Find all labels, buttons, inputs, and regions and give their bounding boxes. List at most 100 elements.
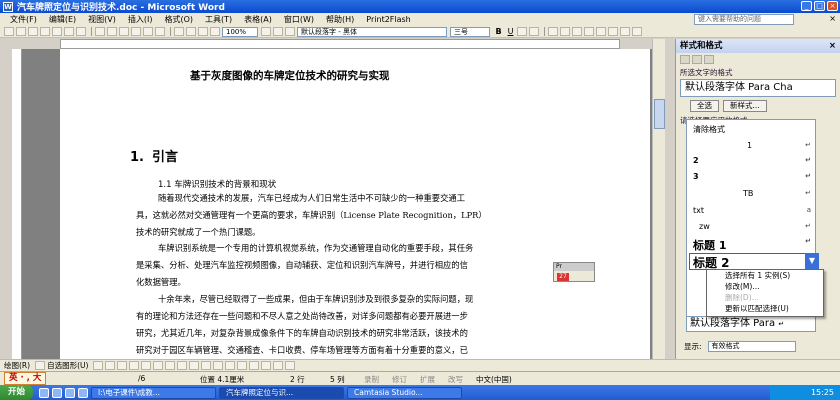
task-explorer[interactable]: I:\电子课件\成教... <box>91 386 217 399</box>
clipart-icon[interactable] <box>177 361 188 370</box>
paragraph-1[interactable]: 随着现代交通技术的发展，汽车已经成为人们日常生活中不可缺少的一种重要交通工 具，… <box>136 190 606 241</box>
font-size-combo[interactable]: 三号 <box>450 26 490 37</box>
spelling-icon[interactable] <box>76 27 86 36</box>
vertical-scrollbar[interactable] <box>652 39 665 359</box>
menu-format[interactable]: 格式(O) <box>158 13 199 26</box>
show-hide-icon[interactable] <box>210 27 220 36</box>
heading-2[interactable]: 1.1 车牌识别技术的背景和现状 <box>158 178 276 190</box>
oval-icon[interactable] <box>129 361 140 370</box>
menu-tools[interactable]: 工具(T) <box>199 13 238 26</box>
numbering-icon[interactable] <box>608 27 618 36</box>
paste-icon[interactable] <box>119 27 129 36</box>
print-preview-icon[interactable] <box>64 27 74 36</box>
fill-color-icon[interactable] <box>201 361 212 370</box>
track-changes-indicator[interactable]: 修订 <box>392 374 407 385</box>
align-right-icon[interactable] <box>572 27 582 36</box>
new-document-icon[interactable] <box>4 27 14 36</box>
menu-modify[interactable]: 修改(M)... <box>707 281 823 292</box>
font-color-icon[interactable] <box>225 361 236 370</box>
table-icon[interactable] <box>174 27 184 36</box>
close-document-button[interactable]: × <box>829 14 836 23</box>
style-item-clear[interactable]: 清除格式 <box>693 124 811 135</box>
record-indicator[interactable]: 录制 <box>364 374 379 385</box>
ie-icon[interactable] <box>39 387 50 398</box>
align-center-icon[interactable] <box>560 27 570 36</box>
arrow-icon[interactable] <box>105 361 116 370</box>
scrollbar-thumb[interactable] <box>654 99 665 129</box>
cut-icon[interactable] <box>95 27 105 36</box>
document-title[interactable]: 基于灰度图像的车牌定位技术的研究与实现 <box>190 68 390 83</box>
menu-help[interactable]: 帮助(H) <box>320 13 360 26</box>
redo-icon[interactable] <box>155 27 165 36</box>
vertical-ruler[interactable] <box>12 49 22 359</box>
style-item-zw[interactable]: zw ↵ <box>693 222 811 231</box>
menu-update-to-match[interactable]: 更新以匹配选择(U) <box>707 303 823 314</box>
arrow-style-icon[interactable] <box>261 361 272 370</box>
task-word[interactable]: 汽车牌照定位与识... <box>219 386 345 399</box>
style-item-txt[interactable]: txt a <box>693 206 811 215</box>
back-arrow-icon[interactable] <box>680 55 690 64</box>
styles-pane-icon[interactable] <box>285 27 295 36</box>
media-icon[interactable] <box>65 387 76 398</box>
columns-icon[interactable] <box>186 27 196 36</box>
draw-menu[interactable]: 绘图(R) <box>4 360 30 371</box>
print-icon[interactable] <box>52 27 62 36</box>
style-item-2[interactable]: 2 ↵ <box>693 156 811 165</box>
save-icon[interactable] <box>28 27 38 36</box>
new-style-button[interactable]: 新样式... <box>723 100 767 112</box>
overtype-indicator[interactable]: 改写 <box>448 374 463 385</box>
char-border-icon[interactable] <box>517 27 527 36</box>
minimize-button[interactable]: _ <box>801 1 812 11</box>
zoom-combo[interactable]: 100% <box>222 26 258 37</box>
help-icon[interactable] <box>261 27 271 36</box>
menu-file[interactable]: 文件(F) <box>4 13 43 26</box>
folder-icon[interactable] <box>78 387 89 398</box>
format-painter-icon[interactable] <box>131 27 141 36</box>
ime-toolbar[interactable]: 英 · , 大 <box>4 372 47 385</box>
copy-icon[interactable] <box>107 27 117 36</box>
desktop-icon[interactable] <box>52 387 63 398</box>
menu-table[interactable]: 表格(A) <box>238 13 278 26</box>
undo-icon[interactable] <box>143 27 153 36</box>
start-button[interactable]: 开始 <box>0 385 34 400</box>
style-item-heading-2[interactable]: 标题 2 ▼ <box>689 253 819 270</box>
show-select[interactable]: 有效格式 <box>707 341 796 352</box>
maximize-button[interactable]: □ <box>814 1 825 11</box>
permission-icon[interactable] <box>40 27 50 36</box>
bullets-icon[interactable] <box>620 27 630 36</box>
forward-arrow-icon[interactable] <box>692 55 702 64</box>
shadow-icon[interactable] <box>273 361 284 370</box>
line-spacing-icon[interactable] <box>596 27 606 36</box>
line-style-icon[interactable] <box>237 361 248 370</box>
extend-indicator[interactable]: 扩展 <box>420 374 435 385</box>
close-button[interactable]: × <box>827 1 838 11</box>
read-mode-icon[interactable] <box>273 27 283 36</box>
current-format-box[interactable]: 默认段落字体 Para Cha <box>680 79 836 97</box>
3d-icon[interactable] <box>285 361 296 370</box>
paragraph-2[interactable]: 车牌识别系统是一个专用的计算机视觉系统，作为交通管理自动化的重要手段，其任务 是… <box>136 240 606 291</box>
autoshape-menu[interactable]: 自选图形(U) <box>47 360 88 371</box>
menu-insert[interactable]: 插入(I) <box>122 13 159 26</box>
menu-edit[interactable]: 编辑(E) <box>43 13 82 26</box>
menu-view[interactable]: 视图(V) <box>82 13 122 26</box>
floating-toolbar-title[interactable]: Pr <box>554 263 594 271</box>
task-camtasia[interactable]: Camtasia Studio... <box>347 386 463 399</box>
underline-button[interactable]: U <box>505 27 516 37</box>
open-folder-icon[interactable] <box>16 27 26 36</box>
menu-print2flash[interactable]: Print2Flash <box>360 13 416 26</box>
justify-icon[interactable] <box>584 27 594 36</box>
style-item-heading-1[interactable]: 标题 1 ↵ <box>693 237 811 253</box>
select-arrow-icon[interactable] <box>35 361 46 370</box>
line-color-icon[interactable] <box>213 361 224 370</box>
chevron-down-icon[interactable]: ▼ <box>805 253 819 270</box>
font-color-icon[interactable] <box>632 27 642 36</box>
wordart-icon[interactable] <box>153 361 164 370</box>
style-item-default-para[interactable]: 默认段落字体 Para ↵ <box>686 316 816 332</box>
rectangle-icon[interactable] <box>117 361 128 370</box>
horizontal-ruler[interactable] <box>60 39 620 49</box>
style-item-1[interactable]: 1 ↵ <box>693 141 811 150</box>
line-icon[interactable] <box>93 361 104 370</box>
textbox-icon[interactable] <box>141 361 152 370</box>
picture-icon[interactable] <box>189 361 200 370</box>
task-pane-close-button[interactable]: × <box>829 39 836 53</box>
